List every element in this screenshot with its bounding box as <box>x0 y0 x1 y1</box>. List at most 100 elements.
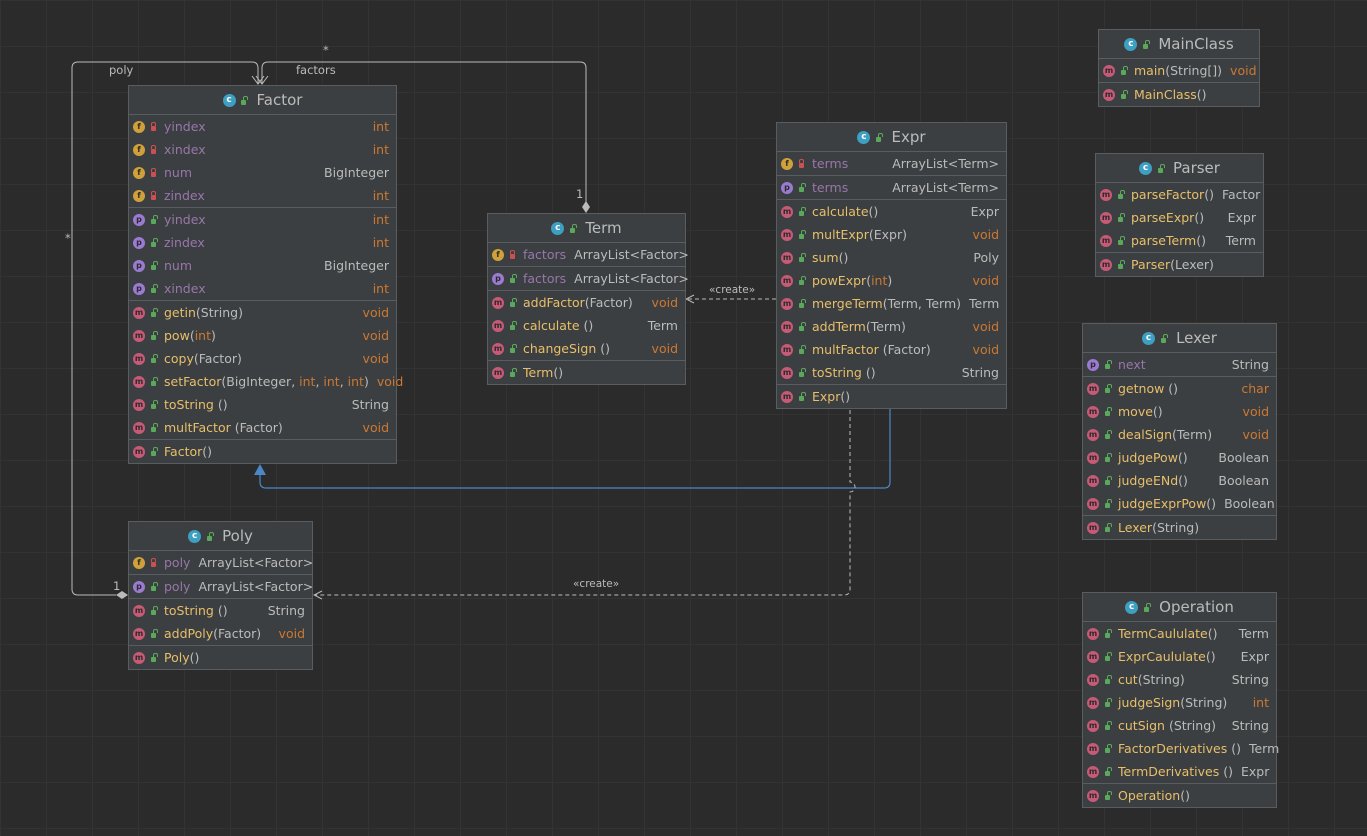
method-row[interactable]: m addFactor(Factor) void <box>488 291 685 314</box>
constructor-row[interactable]: m Parser(Lexer) <box>1096 253 1263 276</box>
field-row[interactable]: f xindex int <box>129 138 396 161</box>
method-row[interactable]: m multFactor (Factor) void <box>777 338 1006 361</box>
property-row[interactable]: p xindex int <box>129 277 396 300</box>
method-icon: m <box>1103 88 1115 101</box>
constructor-signature: Term() <box>523 365 678 380</box>
method-row[interactable]: m parseTerm() Term <box>1096 229 1263 252</box>
property-row[interactable]: p next String <box>1083 353 1276 376</box>
constructor-row[interactable]: m Lexer(String) <box>1083 516 1276 539</box>
class-lexer[interactable]: c Lexer p next String m getnow () char m move() vo… <box>1082 323 1277 540</box>
method-signature: changeSign () <box>523 341 644 356</box>
class-term[interactable]: c Term f factors ArrayList<Factor> p factors Ar… <box>487 213 689 385</box>
method-row[interactable]: m judgeSign(String) int <box>1083 691 1276 714</box>
method-icon: m <box>492 296 504 309</box>
constructor-name: Operation <box>1118 788 1181 803</box>
property-signature: xindex <box>164 281 365 296</box>
field-icon: f <box>133 120 145 133</box>
class-mainclass[interactable]: c MainClass m main(String[]) void m MainClass(… <box>1098 29 1260 107</box>
method-type: void <box>972 227 999 242</box>
method-row[interactable]: m dealSign(Term) void <box>1083 423 1276 446</box>
class-poly[interactable]: c Poly f poly ArrayList<Factor> p poly ArrayLis… <box>128 521 313 670</box>
method-row[interactable]: m calculate() Expr <box>777 200 1006 223</box>
public-icon <box>1102 499 1112 508</box>
public-icon <box>1115 190 1125 199</box>
constructor-row[interactable]: m Poly() <box>129 646 312 669</box>
method-row[interactable]: m toString () String <box>129 599 312 622</box>
method-row[interactable]: m parseExpr() Expr <box>1096 206 1263 229</box>
public-icon <box>1118 90 1128 99</box>
method-name: addTerm <box>812 319 866 334</box>
method-signature: multFactor (Factor) <box>812 342 965 357</box>
method-row[interactable]: m judgeExprPow() Boolean <box>1083 492 1276 515</box>
method-name: judgeSign <box>1118 695 1181 710</box>
method-row[interactable]: m sum() Poly <box>777 246 1006 269</box>
method-row[interactable]: m getin(String) void <box>129 301 396 324</box>
method-args: () <box>1219 764 1233 779</box>
method-row[interactable]: m cutSign (String) String <box>1083 714 1276 737</box>
property-row[interactable]: p num BigInteger <box>129 254 396 277</box>
method-row[interactable]: m TermCaululate() Term <box>1083 622 1276 645</box>
field-row[interactable]: f poly ArrayList<Factor> <box>129 551 313 574</box>
method-row[interactable]: m parseFactor() Factor <box>1096 183 1263 206</box>
class-header: c Factor <box>129 86 396 115</box>
method-row[interactable]: m toString () String <box>129 393 396 416</box>
class-operation[interactable]: c Operation m TermCaululate() Term m ExprCaulu… <box>1082 592 1279 808</box>
method-row[interactable]: m changeSign () void <box>488 337 685 360</box>
property-row[interactable]: p yindex int <box>129 208 396 231</box>
public-icon <box>148 284 158 293</box>
method-row[interactable]: m multExpr(Expr) void <box>777 223 1006 246</box>
public-icon <box>148 261 158 270</box>
method-row[interactable]: m addPoly(Factor) void <box>129 622 312 645</box>
constructor-row[interactable]: m Expr() <box>777 385 1006 408</box>
method-row[interactable]: m pow(int) void <box>129 324 396 347</box>
method-row[interactable]: m TermDerivatives () Expr <box>1083 760 1276 783</box>
method-name: TermDerivatives <box>1118 764 1220 779</box>
method-signature: toString () <box>164 603 260 618</box>
class-expr[interactable]: c Expr f terms ArrayList<Term> p terms ArrayLis… <box>776 122 1007 409</box>
constructor-row[interactable]: m MainClass() <box>1099 83 1259 106</box>
method-row[interactable]: m powExpr(int) void <box>777 269 1006 292</box>
method-row[interactable]: m FactorDerivatives () Term <box>1083 737 1279 760</box>
method-row[interactable]: m setFactor(BigInteger, int, int, int) voi… <box>129 370 403 393</box>
class-parser[interactable]: c Parser m parseFactor() Factor m parseExpr() E… <box>1095 153 1264 277</box>
field-row[interactable]: f zindex int <box>129 184 396 207</box>
public-icon <box>148 377 158 386</box>
class-factor[interactable]: c Factor f yindex int f xindex int f num BigIntege… <box>128 85 403 464</box>
method-type: char <box>1241 381 1269 396</box>
field-name: yindex <box>164 119 206 134</box>
method-row[interactable]: m copy(Factor) void <box>129 347 396 370</box>
method-row[interactable]: m cut(String) String <box>1083 668 1276 691</box>
method-row[interactable]: m main(String[]) void <box>1099 59 1259 82</box>
property-row[interactable]: p terms ArrayList<Term> <box>777 176 1006 199</box>
method-row[interactable]: m addTerm(Term) void <box>777 315 1006 338</box>
constructor-row[interactable]: m Term() <box>488 361 685 384</box>
method-row[interactable]: m judgeENd() Boolean <box>1083 469 1276 492</box>
property-row[interactable]: p zindex int <box>129 231 396 254</box>
method-name: judgePow <box>1118 450 1178 465</box>
field-signature: terms <box>812 156 884 171</box>
method-type: void <box>972 273 999 288</box>
field-row[interactable]: f factors ArrayList<Factor> <box>488 243 689 266</box>
class-header: c Expr <box>777 123 1006 152</box>
method-row[interactable]: m ExprCaululate() Expr <box>1083 645 1276 668</box>
constructor-signature: Poly() <box>164 650 305 665</box>
property-row[interactable]: p poly ArrayList<Factor> <box>129 575 313 598</box>
method-icon: m <box>1087 428 1099 441</box>
method-row[interactable]: m mergeTerm(Term, Term) Term <box>777 292 1006 315</box>
class-header: c MainClass <box>1099 30 1259 59</box>
constructor-row[interactable]: m Operation() <box>1083 784 1276 807</box>
property-row[interactable]: p factors ArrayList<Factor> <box>488 267 689 290</box>
multiplicity-star-top: * <box>323 43 329 57</box>
method-row[interactable]: m calculate () Term <box>488 314 685 337</box>
method-row[interactable]: m multFactor (Factor) void <box>129 416 396 439</box>
field-row[interactable]: f terms ArrayList<Term> <box>777 152 1006 175</box>
constructor-row[interactable]: m Factor() <box>129 440 396 463</box>
field-row[interactable]: f yindex int <box>129 115 396 138</box>
method-row[interactable]: m move() void <box>1083 400 1276 423</box>
method-args: (int) <box>866 273 893 288</box>
field-row[interactable]: f num BigInteger <box>129 161 396 184</box>
method-signature: mergeTerm(Term, Term) <box>812 296 961 311</box>
method-row[interactable]: m judgePow() Boolean <box>1083 446 1276 469</box>
method-row[interactable]: m toString () String <box>777 361 1006 384</box>
method-row[interactable]: m getnow () char <box>1083 377 1276 400</box>
